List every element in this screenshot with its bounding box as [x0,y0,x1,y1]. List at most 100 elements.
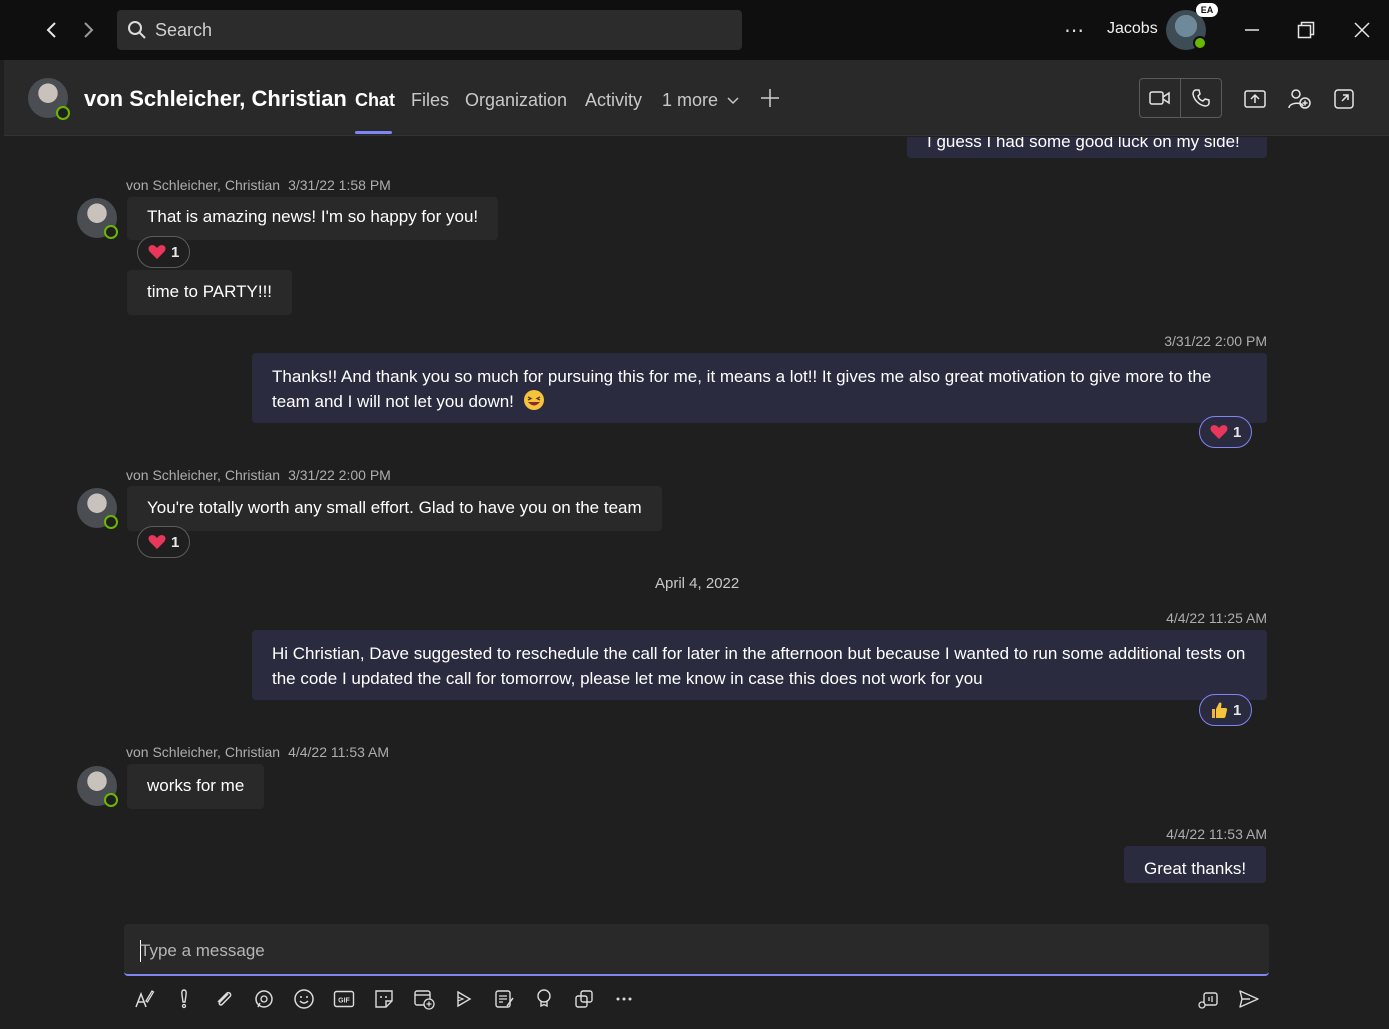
message-text: Hi Christian, Dave suggested to reschedu… [272,644,1246,688]
presence-available-icon [1193,36,1207,50]
share-screen-button[interactable] [1242,86,1268,112]
audio-message-icon [1198,992,1218,1009]
presence-available-icon [104,225,118,239]
gif-icon: GIF [333,990,355,1008]
attach-button[interactable] [211,986,237,1012]
svg-text:GIF: GIF [338,998,350,1005]
message-bubble[interactable]: time to PARTY!!! [127,270,293,315]
settings-more-button[interactable]: ⋯ [1064,18,1085,43]
message-bubble-own[interactable]: Thanks!! And thank you so much for pursu… [252,353,1267,423]
tab-more[interactable]: 1 more [662,90,739,111]
pop-out-button[interactable] [1331,86,1357,112]
more-dots-icon [616,997,632,1001]
sticker-icon [375,990,393,1008]
thumbs-up-icon [1212,702,1228,718]
message-bubble-own[interactable]: Hi Christian, Dave suggested to reschedu… [252,630,1267,700]
presence-available-icon [104,515,118,529]
schedule-meeting-button[interactable] [411,986,437,1012]
loop-component-button[interactable] [251,986,277,1012]
message-bubble[interactable]: That is amazing news! I'm so happy for y… [127,197,499,240]
message-text: That is amazing news! I'm so happy for y… [147,207,479,226]
reaction-heart[interactable]: 1 [137,526,191,558]
tab-organization[interactable]: Organization [465,90,567,111]
presence-available-icon [104,793,118,807]
reaction-count: 1 [1233,701,1242,719]
message-bubble-own[interactable]: Great thanks! [1124,846,1267,883]
minimize-button[interactable] [1236,14,1268,46]
compose-box[interactable] [124,924,1269,976]
tab-files[interactable]: Files [411,90,449,111]
restore-icon [1297,21,1315,39]
reaction-heart[interactable]: 1 [137,236,191,268]
more-options-button[interactable] [611,986,637,1012]
heart-icon [148,245,166,259]
audio-message-button[interactable] [1196,986,1222,1012]
message-text: I guess I had some good luck on my side! [927,137,1240,151]
message-bubble[interactable]: You're totally worth any small effort. G… [127,486,662,531]
emoji-icon [294,989,314,1009]
sender-name: von Schleicher, Christian [126,467,281,483]
message-text: time to PARTY!!! [147,282,273,301]
loop-icon [255,990,273,1008]
apps-button[interactable] [571,986,597,1012]
video-camera-icon [1149,91,1170,105]
format-icon [135,990,155,1008]
date-separator: April 4, 2022 [655,575,740,592]
message-timestamp: 3/31/22 1:58 PM [288,177,391,193]
send-button[interactable] [1236,986,1262,1012]
message-meta: von Schleicher, Christian 4/4/22 11:53 AM [126,744,389,760]
add-people-icon [1288,89,1311,109]
stream-button[interactable] [451,986,477,1012]
apps-icon [575,990,593,1008]
share-screen-icon [1244,90,1266,108]
message-timestamp: 3/31/22 2:00 PM [288,467,391,483]
sender-name: von Schleicher, Christian [126,744,281,760]
message-list[interactable]: I guess I had some good luck on my side!… [4,137,1389,897]
pop-out-icon [1334,89,1354,109]
emoji-button[interactable] [291,986,317,1012]
reaction-like[interactable]: 1 [1199,694,1253,726]
format-button[interactable] [131,986,157,1012]
page-title[interactable]: von Schleicher, Christian [84,86,347,112]
stream-icon [457,990,472,1008]
add-tab-button[interactable] [758,84,782,112]
heart-icon [1210,425,1228,439]
search-box[interactable]: Search [117,10,742,50]
exclamation-icon [181,989,187,1009]
sticker-button[interactable] [371,986,397,1012]
praise-button[interactable] [491,986,517,1012]
restore-button[interactable] [1290,14,1322,46]
presence-available-icon [56,106,70,120]
tab-chat[interactable]: Chat [355,90,395,111]
add-people-button[interactable] [1287,86,1313,112]
bulb-icon [537,989,551,1008]
importance-button[interactable] [171,986,197,1012]
org-initials-badge: EA [1196,3,1218,17]
reaction-count: 1 [1233,423,1242,441]
tab-activity[interactable]: Activity [585,90,642,111]
message-bubble-own[interactable]: I guess I had some good luck on my side! [907,137,1267,158]
username[interactable]: Jacobs [1107,20,1158,38]
forward-button[interactable] [74,14,102,46]
message-text: You're totally worth any small effort. G… [147,498,642,517]
notes-icon [495,990,514,1008]
message-bubble[interactable]: works for me [127,764,265,809]
tab-more-label: 1 more [662,90,719,110]
message-timestamp: 4/4/22 11:53 AM [288,744,390,760]
reaction-heart[interactable]: 1 [1199,416,1253,448]
video-call-button[interactable] [1140,79,1181,117]
message-input[interactable] [140,936,1240,966]
minimize-icon [1245,29,1259,31]
message-meta: von Schleicher, Christian 3/31/22 2:00 PM [126,467,391,483]
message-text: Great thanks! [1144,859,1247,878]
approvals-button[interactable] [531,986,557,1012]
gif-button[interactable]: GIF [331,986,357,1012]
heart-icon [148,535,166,549]
active-tab-indicator [355,131,392,134]
close-button[interactable] [1346,14,1378,46]
message-timestamp: 4/4/22 11:25 AM [1166,610,1267,626]
phone-icon [1192,89,1210,107]
paperclip-icon [217,991,232,1006]
audio-call-button[interactable] [1181,79,1221,117]
back-button[interactable] [38,14,66,46]
